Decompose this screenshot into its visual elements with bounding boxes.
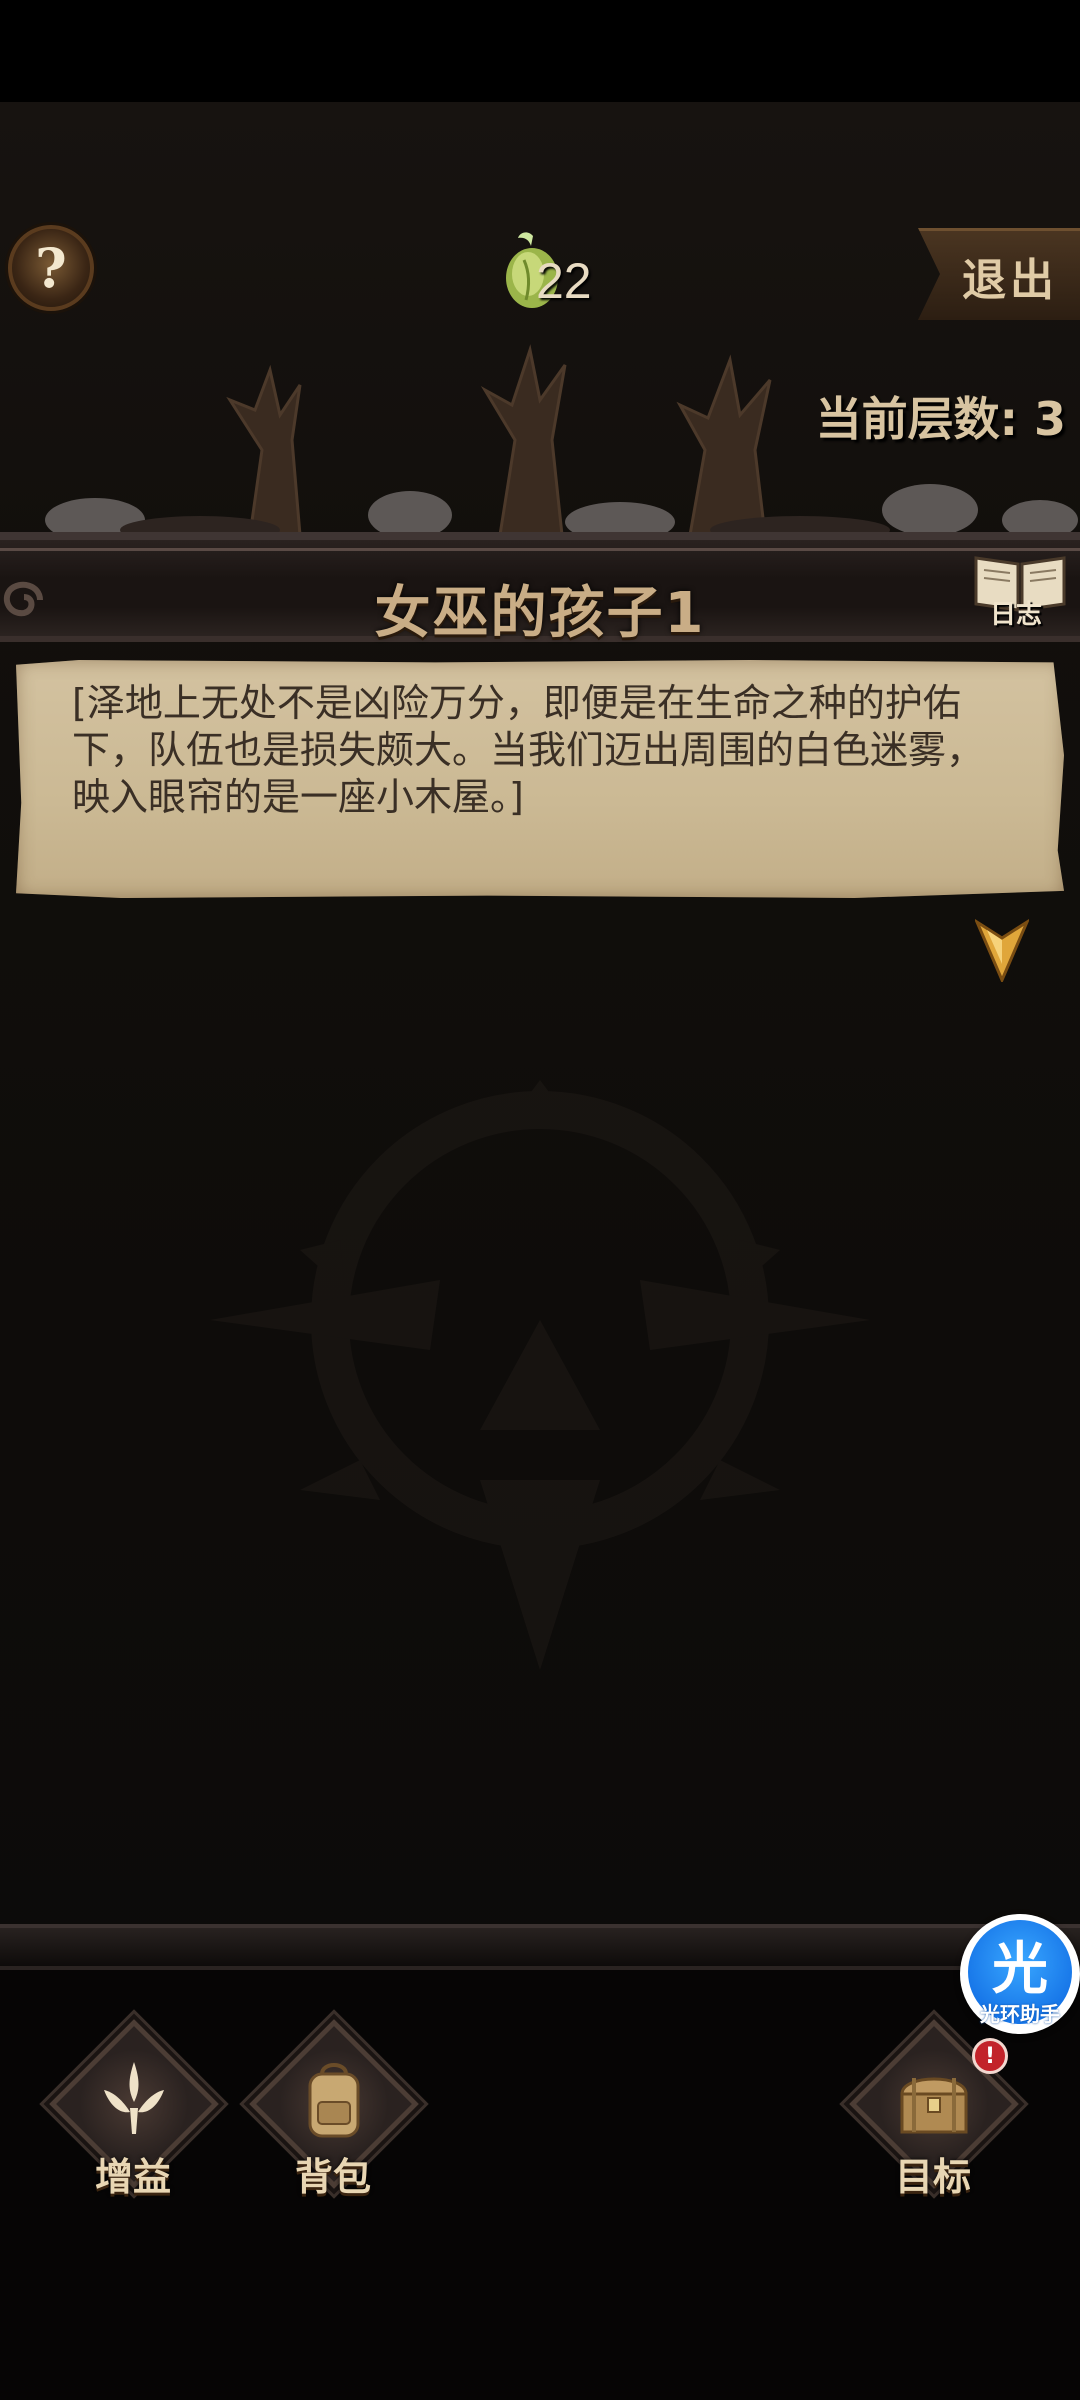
thorn-wheel-emblem <box>210 1080 870 1670</box>
status-bar <box>0 0 1080 102</box>
exit-label: 退出 <box>962 254 1058 306</box>
current-floor-label: 当前层数: 3 <box>815 392 1066 446</box>
treasure-chest-icon <box>900 2077 968 2134</box>
goal-notification-badge: ! <box>972 2038 1008 2074</box>
backpack-icon <box>308 2063 360 2138</box>
bag-button[interactable]: 背包 <box>238 2019 419 2224</box>
help-button[interactable]: ? <box>8 225 94 311</box>
goal-label: 目标 <box>894 2155 971 2199</box>
continue-arrow-icon[interactable] <box>975 918 1029 982</box>
buff-fleur-icon <box>104 2062 164 2134</box>
bottom-frame-divider <box>0 1924 1080 1970</box>
seed-count: 22 <box>536 253 592 309</box>
buff-label: 增益 <box>94 2155 171 2199</box>
helper-name: 光环助手 <box>980 2002 1060 2026</box>
exit-button[interactable]: 退出 <box>918 228 1080 320</box>
story-text: [泽地上无处不是凶险万分，即便是在生命之种的护佑下，队伍也是损失颇大。当我们迈出… <box>72 681 985 819</box>
buff-button[interactable]: 增益 <box>38 2019 219 2224</box>
helper-logo-icon: 光 <box>992 1937 1048 2002</box>
journal-label: 日志 <box>990 600 1043 630</box>
event-title: 女巫的孩子1 <box>374 581 706 646</box>
bag-label: 背包 <box>294 2155 371 2199</box>
halo-assistant-float-button[interactable]: 光 光环助手 <box>960 1914 1080 2034</box>
help-icon: ? <box>35 236 67 300</box>
